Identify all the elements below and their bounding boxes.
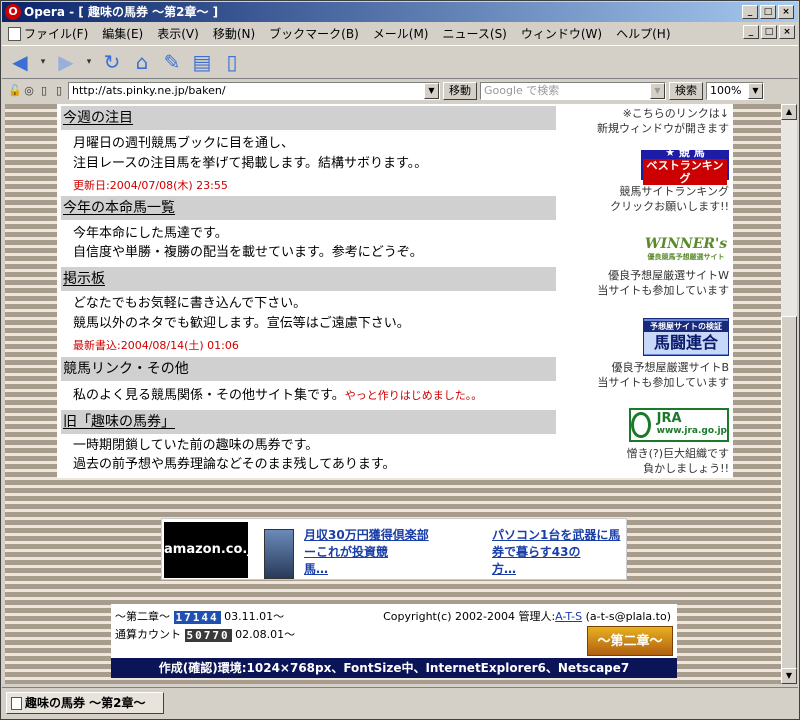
url-input[interactable]: http://ats.pinky.ne.jp/baken/ ▼ xyxy=(68,82,440,100)
cookie-icon[interactable]: ◎ xyxy=(23,85,35,97)
ad-link-1[interactable]: 月収30万円獲得倶楽部 ーこれが投資競 馬… xyxy=(304,527,429,578)
menu-navigate[interactable]: 移動(N) xyxy=(206,25,262,42)
section-bbs-latest: 最新書込:2004/08/14(土) 01:06 xyxy=(73,339,239,352)
section-bbs-header[interactable]: 掲示板 xyxy=(61,267,556,291)
hotlist-icon[interactable]: ✎ xyxy=(160,50,184,74)
print-icon[interactable]: ▤ xyxy=(190,50,214,74)
tab-bar: 趣味の馬券 ～第2章～ xyxy=(2,687,798,719)
menu-mail[interactable]: メール(M) xyxy=(366,25,436,42)
section-weekly-line-2: 注目レースの注目馬を挙げて掲載します。結構サボります。。 xyxy=(73,156,428,171)
winners-banner[interactable]: WINNER's 優良競馬予想厳選サイト xyxy=(643,232,729,264)
tab-current-page[interactable]: 趣味の馬券 ～第2章～ xyxy=(6,692,164,714)
back-arrow-icon[interactable]: ◀ xyxy=(8,50,32,74)
minimize-button[interactable]: _ xyxy=(742,5,758,19)
page-viewport: 今週の注目 月曜日の週刊競馬ブックに目を通し、 注目レースの注目馬を挙げて掲載し… xyxy=(5,104,781,684)
section-old-line-2: 過去の前予想や馬券理論などそのまま残してあります。 xyxy=(73,457,396,472)
total-counter: 50770 xyxy=(184,628,232,642)
forward-arrow-icon[interactable]: ▶ xyxy=(54,50,78,74)
title-bar: O Opera - [ 趣味の馬券 ～第2章～ ] _ □ × xyxy=(2,2,798,22)
go-button[interactable]: 移動 xyxy=(443,82,477,100)
section-weekly-header[interactable]: 今週の注目 xyxy=(61,106,556,130)
url-text: http://ats.pinky.ne.jp/baken/ xyxy=(72,84,226,97)
maximize-button[interactable]: □ xyxy=(760,5,776,19)
scroll-up-icon[interactable]: ▲ xyxy=(781,104,797,120)
chapter-counter: 17144 xyxy=(173,610,221,624)
environment-bar: 作成(確認)環境:1024×768px、FontSize中、InternetEx… xyxy=(111,658,677,678)
menu-help[interactable]: ヘルプ(H) xyxy=(609,25,677,42)
home-icon[interactable]: ⌂ xyxy=(130,50,154,74)
chapter-logo[interactable]: ～第二章～ xyxy=(587,626,673,656)
reload-icon[interactable]: ↻ xyxy=(100,50,124,74)
ad-banner: amazon.co.jp 月収30万円獲得倶楽部 ーこれが投資競 馬… パソコン1台… xyxy=(161,518,627,580)
section-bbs-line-1: どなたでもお気軽に書き込んで下さい。 xyxy=(73,296,307,311)
mdi-minimize-button[interactable]: _ xyxy=(743,25,759,39)
close-button[interactable]: × xyxy=(778,5,794,19)
scroll-down-icon[interactable]: ▼ xyxy=(781,668,797,684)
section-weekly-line-1: 月曜日の週刊競馬ブックに目を通し、 xyxy=(73,136,295,151)
menu-window[interactable]: ウィンドウ(W) xyxy=(514,25,609,42)
winners-caption: 優良予想屋厳選サイトW 当サイトも参加しています xyxy=(597,269,729,297)
amazon-logo[interactable]: amazon.co.jp xyxy=(164,522,261,578)
section-links-extra: やっと作りはじめました。。 xyxy=(344,389,483,402)
mdi-close-button[interactable]: × xyxy=(779,25,795,39)
menu-edit[interactable]: 編集(E) xyxy=(95,25,150,42)
forward-dropdown-icon[interactable]: ▾ xyxy=(84,50,94,74)
scroll-thumb[interactable] xyxy=(781,316,797,676)
page-alt-icon[interactable]: ▯ xyxy=(53,85,65,97)
zoom-dropdown-icon[interactable]: ▼ xyxy=(748,83,763,99)
jra-banner[interactable]: JRA www.jra.go.jp xyxy=(629,408,729,442)
sidebar-note: ※こちらのリンクは↓ 新規ウィンドウが開きます xyxy=(597,107,729,135)
ranking-caption: 競馬サイトランキング クリックお願いします!! xyxy=(610,185,729,213)
ad-link-2[interactable]: パソコン1台を武器に馬 券で暮らす43の 方… xyxy=(492,527,620,578)
page-icon[interactable]: ▯ xyxy=(38,85,50,97)
main-content: 今週の注目 月曜日の週刊競馬ブックに目を通し、 注目レースの注目馬を挙げて掲載し… xyxy=(57,104,733,478)
lock-icon[interactable]: 🔓 xyxy=(8,85,22,97)
address-bar: 🔓 ◎ ▯ ▯ http://ats.pinky.ne.jp/baken/ ▼ … xyxy=(2,80,798,102)
section-favorites-line-1: 今年本命にした馬達です。 xyxy=(73,226,228,241)
section-favorites-header[interactable]: 今年の本命馬一覧 xyxy=(61,196,556,220)
vertical-scrollbar[interactable]: ▲ ▼ xyxy=(781,104,797,684)
navigation-toolbar: ◀ ▾ ▶ ▾ ↻ ⌂ ✎ ▤ ▯ xyxy=(2,45,798,79)
search-input[interactable]: Google で検索 ▼ xyxy=(480,82,666,100)
batou-banner[interactable]: 予想屋サイトの検証 馬闘連合 xyxy=(643,318,729,356)
section-links-header[interactable]: 競馬リンク・その他 xyxy=(61,357,556,381)
menu-bar: ファイル(F) 編集(E) 表示(V) 移動(N) ブックマーク(B) メール(… xyxy=(2,23,798,43)
section-weekly-updated: 更新日:2004/07/08(木) 23:55 xyxy=(73,179,228,192)
search-button[interactable]: 検索 xyxy=(669,82,703,100)
window-title: Opera - [ 趣味の馬券 ～第2章～ ] xyxy=(24,5,219,19)
menu-bookmarks[interactable]: ブックマーク(B) xyxy=(262,25,366,42)
section-favorites-line-2: 自信度や単勝・複勝の配当を載せています。参考にどうぞ。 xyxy=(73,245,423,260)
counter-block: ～第二章～ 17144 03.11.01～ 通算カウント 50770 02.08… xyxy=(115,610,296,642)
browser-window: O Opera - [ 趣味の馬券 ～第2章～ ] _ □ × ファイル(F) … xyxy=(0,0,800,720)
menu-view[interactable]: 表示(V) xyxy=(150,25,206,42)
search-dropdown-icon[interactable]: ▼ xyxy=(650,83,665,99)
opera-logo-icon: O xyxy=(5,4,21,20)
jra-caption: 憎き(?)巨大組織です 負かしましょう!! xyxy=(626,447,729,475)
url-dropdown-icon[interactable]: ▼ xyxy=(424,83,439,99)
back-dropdown-icon[interactable]: ▾ xyxy=(38,50,48,74)
section-old-header[interactable]: 旧「趣味の馬券」 xyxy=(61,410,556,434)
ranking-banner[interactable]: ★ 競 馬 ベストランキング xyxy=(641,146,729,185)
admin-link[interactable]: A-T-S xyxy=(555,610,582,623)
zoom-value: 100% xyxy=(710,84,742,97)
zoom-select[interactable]: 100% ▼ xyxy=(706,82,764,100)
copyright: Copyright(c) 2002-2004 管理人:A-T-S (a-t-s@… xyxy=(383,610,671,623)
mdi-restore-button[interactable]: □ xyxy=(761,25,777,39)
book-cover-image[interactable] xyxy=(264,529,294,579)
search-placeholder: Google で検索 xyxy=(484,84,560,97)
section-bbs-line-2: 競馬以外のネタでも歓迎します。宣伝等はご遠慮下さい。 xyxy=(73,316,410,331)
batou-caption: 優良予想屋厳選サイトB 当サイトも参加しています xyxy=(597,361,729,389)
section-links-line-1: 私のよく見る競馬関係・その他サイト集です。やっと作りはじめました。。 xyxy=(73,388,483,403)
menu-file[interactable]: ファイル(F) xyxy=(6,25,95,42)
menu-news[interactable]: ニュース(S) xyxy=(435,25,513,42)
footer: ～第二章～ 17144 03.11.01～ 通算カウント 50770 02.08… xyxy=(111,604,677,678)
new-page-icon[interactable]: ▯ xyxy=(220,50,244,74)
section-old-line-1: 一時期閉鎖していた前の趣味の馬券です。 xyxy=(73,438,319,453)
